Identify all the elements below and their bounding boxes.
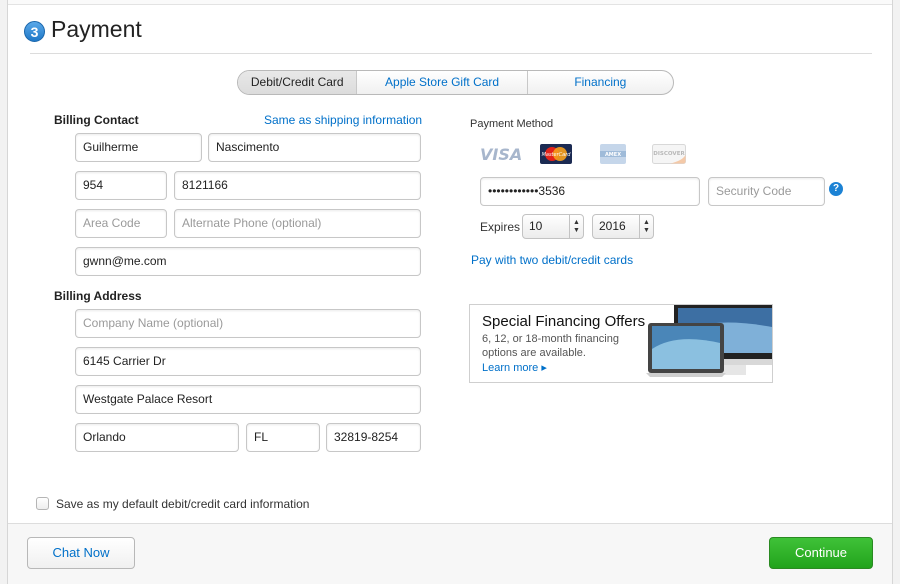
expiry-year-value: 2016: [599, 219, 626, 233]
billing-address-heading: Billing Address: [54, 289, 142, 303]
expires-label: Expires: [480, 220, 521, 234]
alt-phone-field[interactable]: Alternate Phone (optional): [174, 209, 421, 238]
city-field[interactable]: Orlando: [75, 423, 239, 452]
tab-gift-card[interactable]: Apple Store Gift Card: [357, 71, 528, 94]
svg-text:MasterCard: MasterCard: [542, 152, 572, 158]
email-field[interactable]: gwnn@me.com: [75, 247, 421, 276]
tab-debit-credit-card[interactable]: Debit/Credit Card: [238, 71, 358, 94]
stepper-arrows-icon: ▲ ▼: [569, 215, 583, 238]
page-title: Payment: [51, 16, 142, 42]
mastercard-logo-icon: MasterCard: [540, 144, 572, 164]
last-name-field[interactable]: Nascimento: [208, 133, 421, 162]
amex-logo-icon: AMEX: [600, 144, 626, 164]
alt-area-code-field[interactable]: Area Code: [75, 209, 167, 238]
promo-text: 6, 12, or 18-month financing options are…: [482, 333, 619, 359]
same-as-shipping-link[interactable]: Same as shipping information: [264, 113, 422, 127]
promo-title: Special Financing Offers: [482, 313, 646, 330]
payment-type-tabs: Debit/Credit Card Apple Store Gift Card …: [237, 70, 674, 95]
tab-financing[interactable]: Financing: [528, 71, 673, 94]
pay-with-two-cards-link[interactable]: Pay with two debit/credit cards: [471, 253, 633, 267]
learn-more-link[interactable]: Learn more ▸: [482, 361, 547, 374]
visa-logo-icon: VISA: [480, 145, 522, 164]
svg-text:VISA: VISA: [480, 145, 522, 164]
continue-button[interactable]: Continue: [769, 537, 873, 569]
save-default-checkbox[interactable]: [36, 497, 49, 510]
discover-logo-icon: DISCOVER: [652, 144, 686, 164]
street-field[interactable]: 6145 Carrier Dr: [75, 347, 421, 376]
company-field[interactable]: Company Name (optional): [75, 309, 421, 338]
top-divider: [8, 0, 892, 5]
expiry-year-select[interactable]: 2016 ▲ ▼: [592, 214, 654, 239]
expiry-month-value: 10: [529, 219, 543, 233]
security-code-field[interactable]: Security Code: [708, 177, 825, 206]
svg-text:AMEX: AMEX: [605, 152, 621, 158]
help-icon[interactable]: ?: [829, 182, 843, 196]
payment-method-heading: Payment Method: [470, 118, 554, 130]
svg-text:DISCOVER: DISCOVER: [653, 151, 685, 157]
checkout-panel: 3 Payment Debit/Credit Card Apple Store …: [7, 0, 893, 584]
expiry-month-select[interactable]: 10 ▲ ▼: [522, 214, 584, 239]
title-divider: [30, 53, 872, 54]
card-number-field[interactable]: ••••••••••••3536: [480, 177, 700, 206]
zip-field[interactable]: 32819-8254: [326, 423, 421, 452]
save-default-label: Save as my default debit/credit card inf…: [56, 497, 310, 511]
area-code-field[interactable]: 954: [75, 171, 167, 200]
stepper-arrows-icon: ▲ ▼: [639, 215, 653, 238]
phone-field[interactable]: 8121166: [174, 171, 421, 200]
first-name-field[interactable]: Guilherme: [75, 133, 202, 162]
step-number-badge: 3: [24, 21, 45, 42]
billing-contact-heading: Billing Contact: [54, 113, 139, 127]
mac-devices-image-icon: [646, 305, 772, 377]
footer-bar: [8, 523, 892, 584]
state-field[interactable]: FL: [246, 423, 320, 452]
chat-now-button[interactable]: Chat Now: [27, 537, 135, 569]
street2-field[interactable]: Westgate Palace Resort: [75, 385, 421, 414]
financing-promo-banner[interactable]: Special Financing Offers 6, 12, or 18-mo…: [469, 304, 773, 383]
